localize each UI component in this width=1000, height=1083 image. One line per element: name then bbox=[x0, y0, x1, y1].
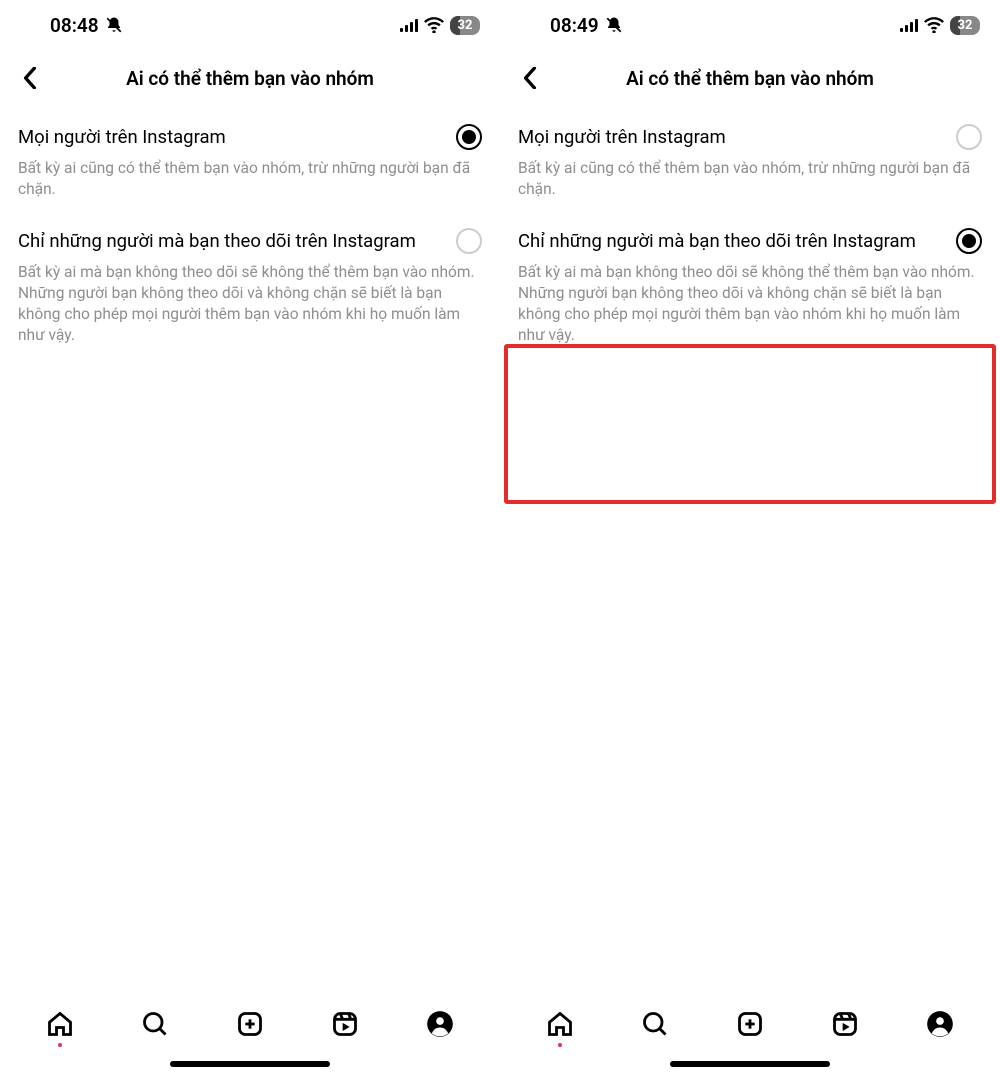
wifi-icon bbox=[924, 17, 944, 33]
option-label: Chỉ những người mà bạn theo dõi trên Ins… bbox=[18, 229, 428, 253]
nav-search[interactable] bbox=[638, 1007, 672, 1041]
home-indicator[interactable] bbox=[0, 1055, 500, 1083]
nav-profile[interactable] bbox=[923, 1007, 957, 1041]
option-label: Mọi người trên Instagram bbox=[518, 125, 738, 149]
option-desc: Bất kỳ ai cũng có thể thêm bạn vào nhóm,… bbox=[518, 158, 982, 210]
status-bar: 08:48 32 bbox=[0, 0, 500, 50]
home-indicator[interactable] bbox=[500, 1055, 1000, 1083]
nav-create[interactable] bbox=[733, 1007, 767, 1041]
bell-mute-icon bbox=[605, 15, 623, 35]
option-desc: Bất kỳ ai mà bạn không theo dõi sẽ không… bbox=[18, 262, 482, 356]
status-time: 08:48 bbox=[50, 14, 99, 37]
option-desc: Bất kỳ ai mà bạn không theo dõi sẽ không… bbox=[518, 262, 982, 356]
option-following-only[interactable]: Chỉ những người mà bạn theo dõi trên Ins… bbox=[18, 210, 482, 262]
phone-screen-right: 08:49 32 Ai có thể thêm bạn vào nhóm Mọi… bbox=[500, 0, 1000, 1083]
nav-search[interactable] bbox=[138, 1007, 172, 1041]
phone-screen-left: 08:48 32 Ai có thể thêm bạn vào nhóm Mọi… bbox=[0, 0, 500, 1083]
nav-reels[interactable] bbox=[828, 1007, 862, 1041]
option-everyone[interactable]: Mọi người trên Instagram bbox=[18, 106, 482, 158]
bell-mute-icon bbox=[105, 15, 123, 35]
page-title: Ai có thể thêm bạn vào nhóm bbox=[514, 67, 986, 90]
wifi-icon bbox=[424, 17, 444, 33]
nav-active-dot-icon bbox=[558, 1043, 562, 1047]
nav-profile[interactable] bbox=[423, 1007, 457, 1041]
page-header: Ai có thể thêm bạn vào nhóm bbox=[0, 50, 500, 106]
nav-reels[interactable] bbox=[328, 1007, 362, 1041]
page-header: Ai có thể thêm bạn vào nhóm bbox=[500, 50, 1000, 106]
status-time: 08:49 bbox=[550, 14, 599, 37]
settings-content: Mọi người trên Instagram Bất kỳ ai cũng … bbox=[500, 106, 1000, 993]
battery-badge: 32 bbox=[450, 16, 480, 35]
page-title: Ai có thể thêm bạn vào nhóm bbox=[14, 67, 486, 90]
radio-unselected-icon[interactable] bbox=[456, 228, 482, 254]
bottom-nav bbox=[500, 993, 1000, 1055]
option-label: Mọi người trên Instagram bbox=[18, 125, 238, 149]
nav-create[interactable] bbox=[233, 1007, 267, 1041]
option-following-only[interactable]: Chỉ những người mà bạn theo dõi trên Ins… bbox=[518, 210, 982, 262]
option-label: Chỉ những người mà bạn theo dõi trên Ins… bbox=[518, 229, 928, 253]
settings-content: Mọi người trên Instagram Bất kỳ ai cũng … bbox=[0, 106, 500, 993]
battery-badge: 32 bbox=[950, 16, 980, 35]
cellular-signal-icon bbox=[400, 18, 418, 32]
radio-selected-icon[interactable] bbox=[456, 124, 482, 150]
status-bar: 08:49 32 bbox=[500, 0, 1000, 50]
annotation-highlight-box bbox=[504, 344, 996, 504]
nav-home[interactable] bbox=[43, 1007, 77, 1041]
option-desc: Bất kỳ ai cũng có thể thêm bạn vào nhóm,… bbox=[18, 158, 482, 210]
radio-selected-icon[interactable] bbox=[956, 228, 982, 254]
radio-unselected-icon[interactable] bbox=[956, 124, 982, 150]
nav-home[interactable] bbox=[543, 1007, 577, 1041]
bottom-nav bbox=[0, 993, 500, 1055]
option-everyone[interactable]: Mọi người trên Instagram bbox=[518, 106, 982, 158]
cellular-signal-icon bbox=[900, 18, 918, 32]
nav-active-dot-icon bbox=[58, 1043, 62, 1047]
